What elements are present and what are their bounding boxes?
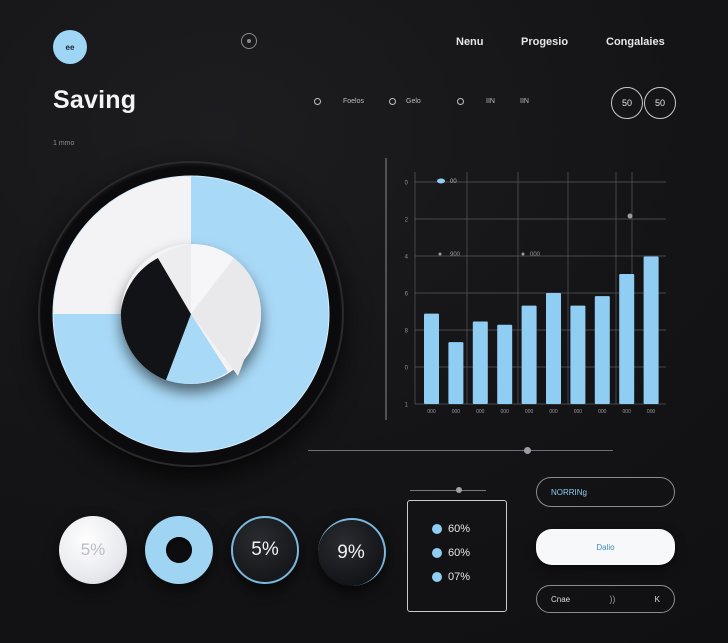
y-tick-label: 6 [405,292,409,298]
page-title: Saving [53,86,137,114]
nav-item-progress[interactable]: Progesio [521,36,568,48]
mini-slider-track[interactable] [410,490,486,491]
logo-text: ee [65,42,75,52]
x-tick-label: 000 [476,409,485,415]
knob-toggle[interactable] [145,516,213,584]
chart-bar [448,342,464,404]
knob-percent-3[interactable]: 9% [318,518,386,586]
chart-annotation: 000 [530,252,541,258]
circle-button-1[interactable]: 50 [611,87,643,119]
chart-bar [424,313,439,404]
knob-percent-1[interactable]: 5% [59,516,127,584]
x-tick-label: 000 [598,409,607,415]
radio-icon [314,97,321,105]
y-tick-label: 8 [405,329,409,335]
chart-bar [619,273,635,404]
page-subtitle: 1 mmo [53,140,75,147]
chart-marker [627,213,633,219]
legend-item-1: 60% [432,522,470,536]
sound-icon: )) [609,594,616,604]
y-tick-label: 0 [405,366,409,372]
chart-bar [497,324,513,404]
circle-button-2[interactable]: 50 [644,87,676,119]
x-tick-label: 000 [574,409,583,415]
x-tick-label: 000 [647,409,656,415]
legend-dot-icon [432,548,442,558]
chart-bar [472,321,488,404]
filter-option-3[interactable]: IIN [457,95,495,107]
x-tick-label: 000 [452,409,461,415]
chart-annotation: 900 [450,252,461,258]
legend-item-2: 60% [432,546,470,560]
primary-action-button[interactable]: Dalio [536,529,675,565]
knob-center-icon [166,537,192,563]
x-tick-label: 000 [549,409,558,415]
chart-bar [594,296,610,404]
mini-slider-handle[interactable] [456,487,462,493]
pill-right-label: K [654,594,660,604]
x-tick-label: 000 [501,409,510,415]
legend-dot-icon [432,572,442,582]
x-tick-label: 000 [623,409,632,415]
logo-badge[interactable]: ee [53,30,87,64]
y-tick-label: 1 [405,403,409,409]
savings-pie-chart [52,175,330,453]
x-tick-label: 000 [427,409,436,415]
y-tick-label: 0 [405,181,409,187]
timeline-slider-handle[interactable] [524,447,531,454]
radio-icon [457,97,464,105]
savings-bar-chart: 0246801000 000 000 000 000 000 000 000 000 000009… [385,158,666,420]
chart-bar [546,293,561,404]
filter-option-4[interactable]: IIN [520,95,529,107]
x-tick-label: 000 [525,409,534,415]
y-tick-label: 4 [405,255,409,261]
timeline-slider-track[interactable] [308,450,613,451]
chart-bar [643,256,659,404]
pill-control-bottom[interactable]: Cnae )) K [536,585,675,613]
legend-dot-icon [432,524,442,534]
legend-label: 00 [450,179,457,185]
chart-bar [521,305,537,404]
nav-item-categories[interactable]: Congalaies [606,36,665,48]
filter-option-2[interactable]: Gelo [389,95,421,107]
y-tick-label: 2 [405,218,409,224]
annotation-dot [438,252,442,256]
chart-bar [570,305,586,404]
filter-option-1[interactable]: Foelos [314,95,364,107]
legend-item-3: 07% [432,570,470,584]
knob-percent-2[interactable]: 5% [231,516,299,584]
radio-icon [389,97,396,105]
nav-item-menu[interactable]: Nenu [456,36,484,48]
settings-ring-icon[interactable] [241,33,257,49]
pill-input-top[interactable]: NORRINg [536,477,675,507]
annotation-dot [521,252,525,256]
legend-marker [437,178,445,184]
